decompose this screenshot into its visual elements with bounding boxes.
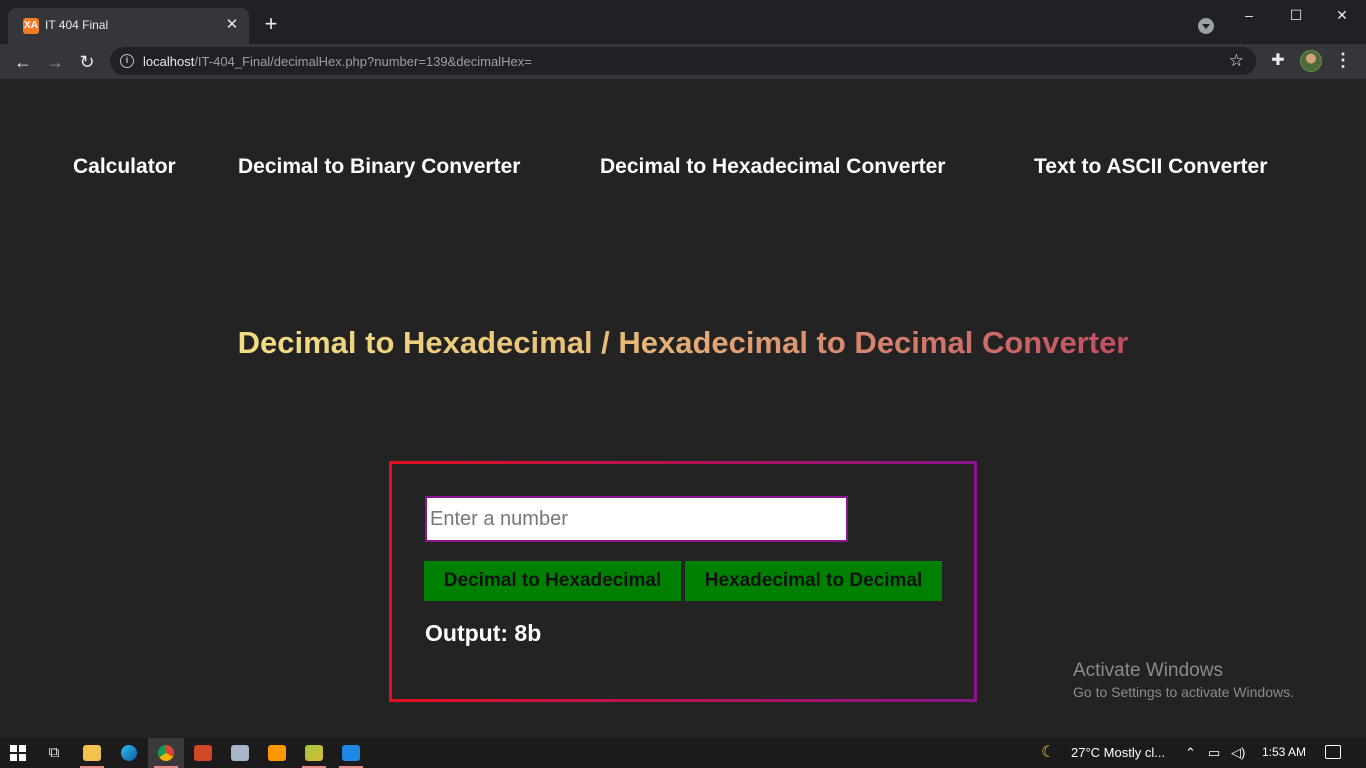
- xampp-favicon-icon: XA: [23, 18, 39, 34]
- start-icon[interactable]: [0, 738, 36, 768]
- converter-form: Decimal to Hexadecimal Hexadecimal to De…: [389, 461, 977, 702]
- remote-desktop-icon[interactable]: [222, 738, 258, 768]
- tray-chevron-up-icon[interactable]: ⌃: [1185, 745, 1196, 761]
- kebab-menu-icon[interactable]: ⋮: [1334, 49, 1352, 73]
- reload-icon[interactable]: ↻: [73, 48, 101, 76]
- extensions-puzzle-icon[interactable]: ✚: [1266, 49, 1290, 73]
- tab-bar: XA IT 404 Final ✕ + – ☐ ✕: [0, 0, 1366, 44]
- address-bar[interactable]: i localhost/IT-404_Final/decimalHex.php?…: [110, 47, 1256, 75]
- url-text[interactable]: localhost/IT-404_Final/decimalHex.php?nu…: [143, 54, 532, 69]
- file-explorer-icon[interactable]: [74, 738, 110, 768]
- weather-moon-icon[interactable]: ☾: [1041, 744, 1059, 762]
- notification-icon[interactable]: [1325, 745, 1341, 759]
- page-content: Calculator Decimal to Binary Converter D…: [0, 79, 1366, 738]
- top-navigation: Calculator Decimal to Binary Converter D…: [0, 155, 1366, 185]
- bookmark-star-icon[interactable]: ☆: [1229, 51, 1244, 71]
- output-text: Output: 8b: [425, 620, 542, 646]
- activation-watermark-title: Activate Windows: [1073, 660, 1223, 681]
- number-input[interactable]: [425, 496, 848, 542]
- vscode-icon[interactable]: [333, 738, 369, 768]
- chrome-icon[interactable]: [148, 738, 184, 768]
- windows-taskbar: ⧉ ☾ 27°C Mostly cl... ⌃ ▭ ◁) 1:53 AM: [0, 738, 1366, 768]
- forward-icon[interactable]: →: [41, 48, 69, 76]
- sublime-text-icon[interactable]: [259, 738, 295, 768]
- window-close-icon[interactable]: ✕: [1319, 4, 1365, 28]
- network-icon[interactable]: ▭: [1208, 745, 1220, 761]
- clock[interactable]: 1:53 AM: [1262, 745, 1306, 759]
- page-title-text: Decimal to Hexadecimal / Hexadecimal to …: [237, 325, 1129, 360]
- nav-link-calculator[interactable]: Calculator: [73, 155, 176, 179]
- browser-tab[interactable]: XA IT 404 Final ✕: [8, 8, 249, 44]
- back-icon[interactable]: ←: [9, 48, 37, 76]
- hex-to-decimal-button[interactable]: Hexadecimal to Decimal: [685, 561, 942, 601]
- nav-link-text-ascii[interactable]: Text to ASCII Converter: [1034, 155, 1267, 179]
- maximize-icon[interactable]: ☐: [1273, 4, 1319, 28]
- profile-avatar[interactable]: [1300, 50, 1322, 72]
- page-title: Decimal to Hexadecimal / Hexadecimal to …: [0, 325, 1366, 361]
- bluestacks-icon[interactable]: [296, 738, 332, 768]
- volume-icon[interactable]: ◁): [1231, 745, 1245, 761]
- browser-toolbar: ← → ↻ i localhost/IT-404_Final/decimalHe…: [0, 44, 1366, 79]
- tab-title: IT 404 Final: [45, 18, 109, 32]
- edge-icon[interactable]: [111, 738, 147, 768]
- url-path: /IT-404_Final/decimalHex.php?number=139&…: [194, 54, 532, 69]
- tab-close-icon[interactable]: ✕: [223, 16, 241, 34]
- decimal-to-hex-button[interactable]: Decimal to Hexadecimal: [424, 561, 681, 601]
- tab-search-icon[interactable]: [1198, 18, 1214, 34]
- minimize-icon[interactable]: –: [1226, 4, 1272, 28]
- new-tab-icon[interactable]: +: [261, 13, 281, 35]
- info-icon[interactable]: i: [120, 54, 134, 68]
- weather-text[interactable]: 27°C Mostly cl...: [1071, 745, 1165, 760]
- activation-watermark-subtitle: Go to Settings to activate Windows.: [1073, 684, 1294, 700]
- nav-link-decimal-hex[interactable]: Decimal to Hexadecimal Converter: [600, 155, 945, 179]
- url-host: localhost: [143, 54, 195, 69]
- powerpoint-icon[interactable]: [185, 738, 221, 768]
- nav-link-decimal-binary[interactable]: Decimal to Binary Converter: [238, 155, 520, 179]
- task-view-icon[interactable]: ⧉: [36, 738, 72, 768]
